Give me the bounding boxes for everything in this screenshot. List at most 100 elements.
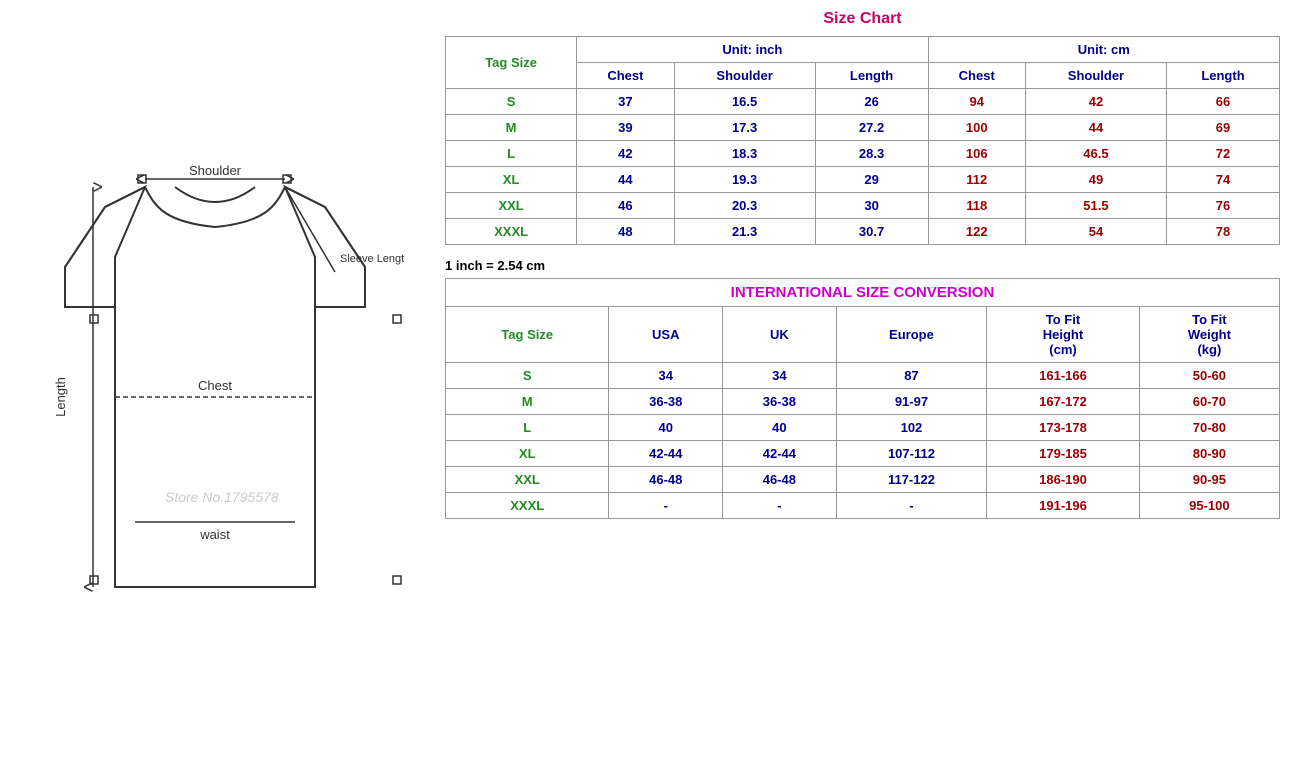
chest-cm-cell: 118 [928, 193, 1025, 219]
conv-usa-cell: 46-48 [609, 467, 723, 493]
conv-tag-cell: XL [446, 441, 609, 467]
table-row: XXXL 48 21.3 30.7 122 54 78 [446, 219, 1280, 245]
col-chest-cm: Chest [928, 63, 1025, 89]
conv-europe-cell: 117-122 [836, 467, 987, 493]
chest-inch-cell: 44 [577, 167, 674, 193]
conv-tag-size-header: Tag Size [446, 307, 609, 363]
length-cm-cell: 72 [1166, 141, 1279, 167]
conv-tag-cell: M [446, 389, 609, 415]
conv-usa-cell: 42-44 [609, 441, 723, 467]
conv-europe-cell: - [836, 493, 987, 519]
conv-table-row: XXL 46-48 46-48 117-122 186-190 90-95 [446, 467, 1280, 493]
conv-height-cell: 186-190 [987, 467, 1140, 493]
shoulder-label: Shoulder [189, 163, 242, 178]
length-inch-cell: 26 [815, 89, 928, 115]
conv-usa-cell: - [609, 493, 723, 519]
conv-col-europe: Europe [836, 307, 987, 363]
chest-cm-cell: 122 [928, 219, 1025, 245]
col-length-cm: Length [1166, 63, 1279, 89]
unit-cm-header: Unit: cm [928, 37, 1279, 63]
conv-europe-cell: 87 [836, 363, 987, 389]
conv-usa-cell: 34 [609, 363, 723, 389]
right-panel: Size Chart Tag Size Unit: inch Unit: cm … [430, 0, 1295, 537]
shoulder-inch-cell: 18.3 [674, 141, 815, 167]
waist-label: waist [199, 527, 230, 542]
table-row: S 37 16.5 26 94 42 66 [446, 89, 1280, 115]
shoulder-cm-cell: 46.5 [1025, 141, 1166, 167]
shoulder-cm-cell: 44 [1025, 115, 1166, 141]
conv-weight-cell: 70-80 [1139, 415, 1279, 441]
size-chart-title: Size Chart [445, 10, 1280, 28]
tag-cell: XL [446, 167, 577, 193]
chest-inch-cell: 39 [577, 115, 674, 141]
shoulder-cm-cell: 51.5 [1025, 193, 1166, 219]
conv-uk-cell: 40 [723, 415, 837, 441]
conv-uk-cell: 46-48 [723, 467, 837, 493]
conv-height-cell: 161-166 [987, 363, 1140, 389]
conv-tag-cell: S [446, 363, 609, 389]
length-cm-cell: 69 [1166, 115, 1279, 141]
tag-cell: XXL [446, 193, 577, 219]
table-row: XXL 46 20.3 30 118 51.5 76 [446, 193, 1280, 219]
conv-uk-cell: 36-38 [723, 389, 837, 415]
conv-height-cell: 179-185 [987, 441, 1140, 467]
conv-europe-cell: 102 [836, 415, 987, 441]
conv-europe-cell: 107-112 [836, 441, 987, 467]
shoulder-inch-cell: 20.3 [674, 193, 815, 219]
conv-weight-cell: 60-70 [1139, 389, 1279, 415]
conv-table-row: L 40 40 102 173-178 70-80 [446, 415, 1280, 441]
shoulder-cm-cell: 54 [1025, 219, 1166, 245]
chest-cm-cell: 94 [928, 89, 1025, 115]
conv-height-cell: 191-196 [987, 493, 1140, 519]
conv-table-row: M 36-38 36-38 91-97 167-172 60-70 [446, 389, 1280, 415]
conv-usa-cell: 40 [609, 415, 723, 441]
chest-inch-cell: 42 [577, 141, 674, 167]
conv-weight-cell: 50-60 [1139, 363, 1279, 389]
size-chart-table: Tag Size Unit: inch Unit: cm Chest Shoul… [445, 36, 1280, 245]
chest-inch-cell: 48 [577, 219, 674, 245]
tag-cell: L [446, 141, 577, 167]
chest-cm-cell: 100 [928, 115, 1025, 141]
shoulder-inch-cell: 21.3 [674, 219, 815, 245]
conversion-table: INTERNATIONAL SIZE CONVERSION Tag Size U… [445, 278, 1280, 519]
shoulder-inch-cell: 16.5 [674, 89, 815, 115]
unit-inch-header: Unit: inch [577, 37, 928, 63]
table-row: XL 44 19.3 29 112 49 74 [446, 167, 1280, 193]
conv-usa-cell: 36-38 [609, 389, 723, 415]
col-shoulder-inch: Shoulder [674, 63, 815, 89]
conv-uk-cell: - [723, 493, 837, 519]
shoulder-inch-cell: 17.3 [674, 115, 815, 141]
length-cm-cell: 74 [1166, 167, 1279, 193]
conv-table-row: XXXL - - - 191-196 95-100 [446, 493, 1280, 519]
chest-inch-cell: 46 [577, 193, 674, 219]
shoulder-cm-cell: 42 [1025, 89, 1166, 115]
tshirt-diagram: Shoulder Sleeve Length Chest Length wais… [25, 97, 405, 677]
conv-europe-cell: 91-97 [836, 389, 987, 415]
col-shoulder-cm: Shoulder [1025, 63, 1166, 89]
watermark: Store No.1795578 [165, 489, 279, 505]
col-length-inch: Length [815, 63, 928, 89]
conv-uk-cell: 42-44 [723, 441, 837, 467]
conv-weight-cell: 95-100 [1139, 493, 1279, 519]
conv-weight-cell: 90-95 [1139, 467, 1279, 493]
length-cm-cell: 76 [1166, 193, 1279, 219]
chest-label: Chest [198, 378, 232, 393]
conv-table-row: XL 42-44 42-44 107-112 179-185 80-90 [446, 441, 1280, 467]
chest-cm-cell: 112 [928, 167, 1025, 193]
tshirt-diagram-panel: Shoulder Sleeve Length Chest Length wais… [0, 0, 430, 773]
conv-col-height: To FitHeight(cm) [987, 307, 1140, 363]
conv-table-row: S 34 34 87 161-166 50-60 [446, 363, 1280, 389]
length-cm-cell: 66 [1166, 89, 1279, 115]
conv-weight-cell: 80-90 [1139, 441, 1279, 467]
length-label: Length [53, 377, 68, 417]
length-inch-cell: 27.2 [815, 115, 928, 141]
tag-cell: S [446, 89, 577, 115]
conv-col-usa: USA [609, 307, 723, 363]
tag-cell: M [446, 115, 577, 141]
table-row: M 39 17.3 27.2 100 44 69 [446, 115, 1280, 141]
conv-height-cell: 167-172 [987, 389, 1140, 415]
length-inch-cell: 30 [815, 193, 928, 219]
tag-size-header: Tag Size [446, 37, 577, 89]
sleeve-length-label: Sleeve Length [340, 253, 405, 265]
conv-tag-cell: L [446, 415, 609, 441]
